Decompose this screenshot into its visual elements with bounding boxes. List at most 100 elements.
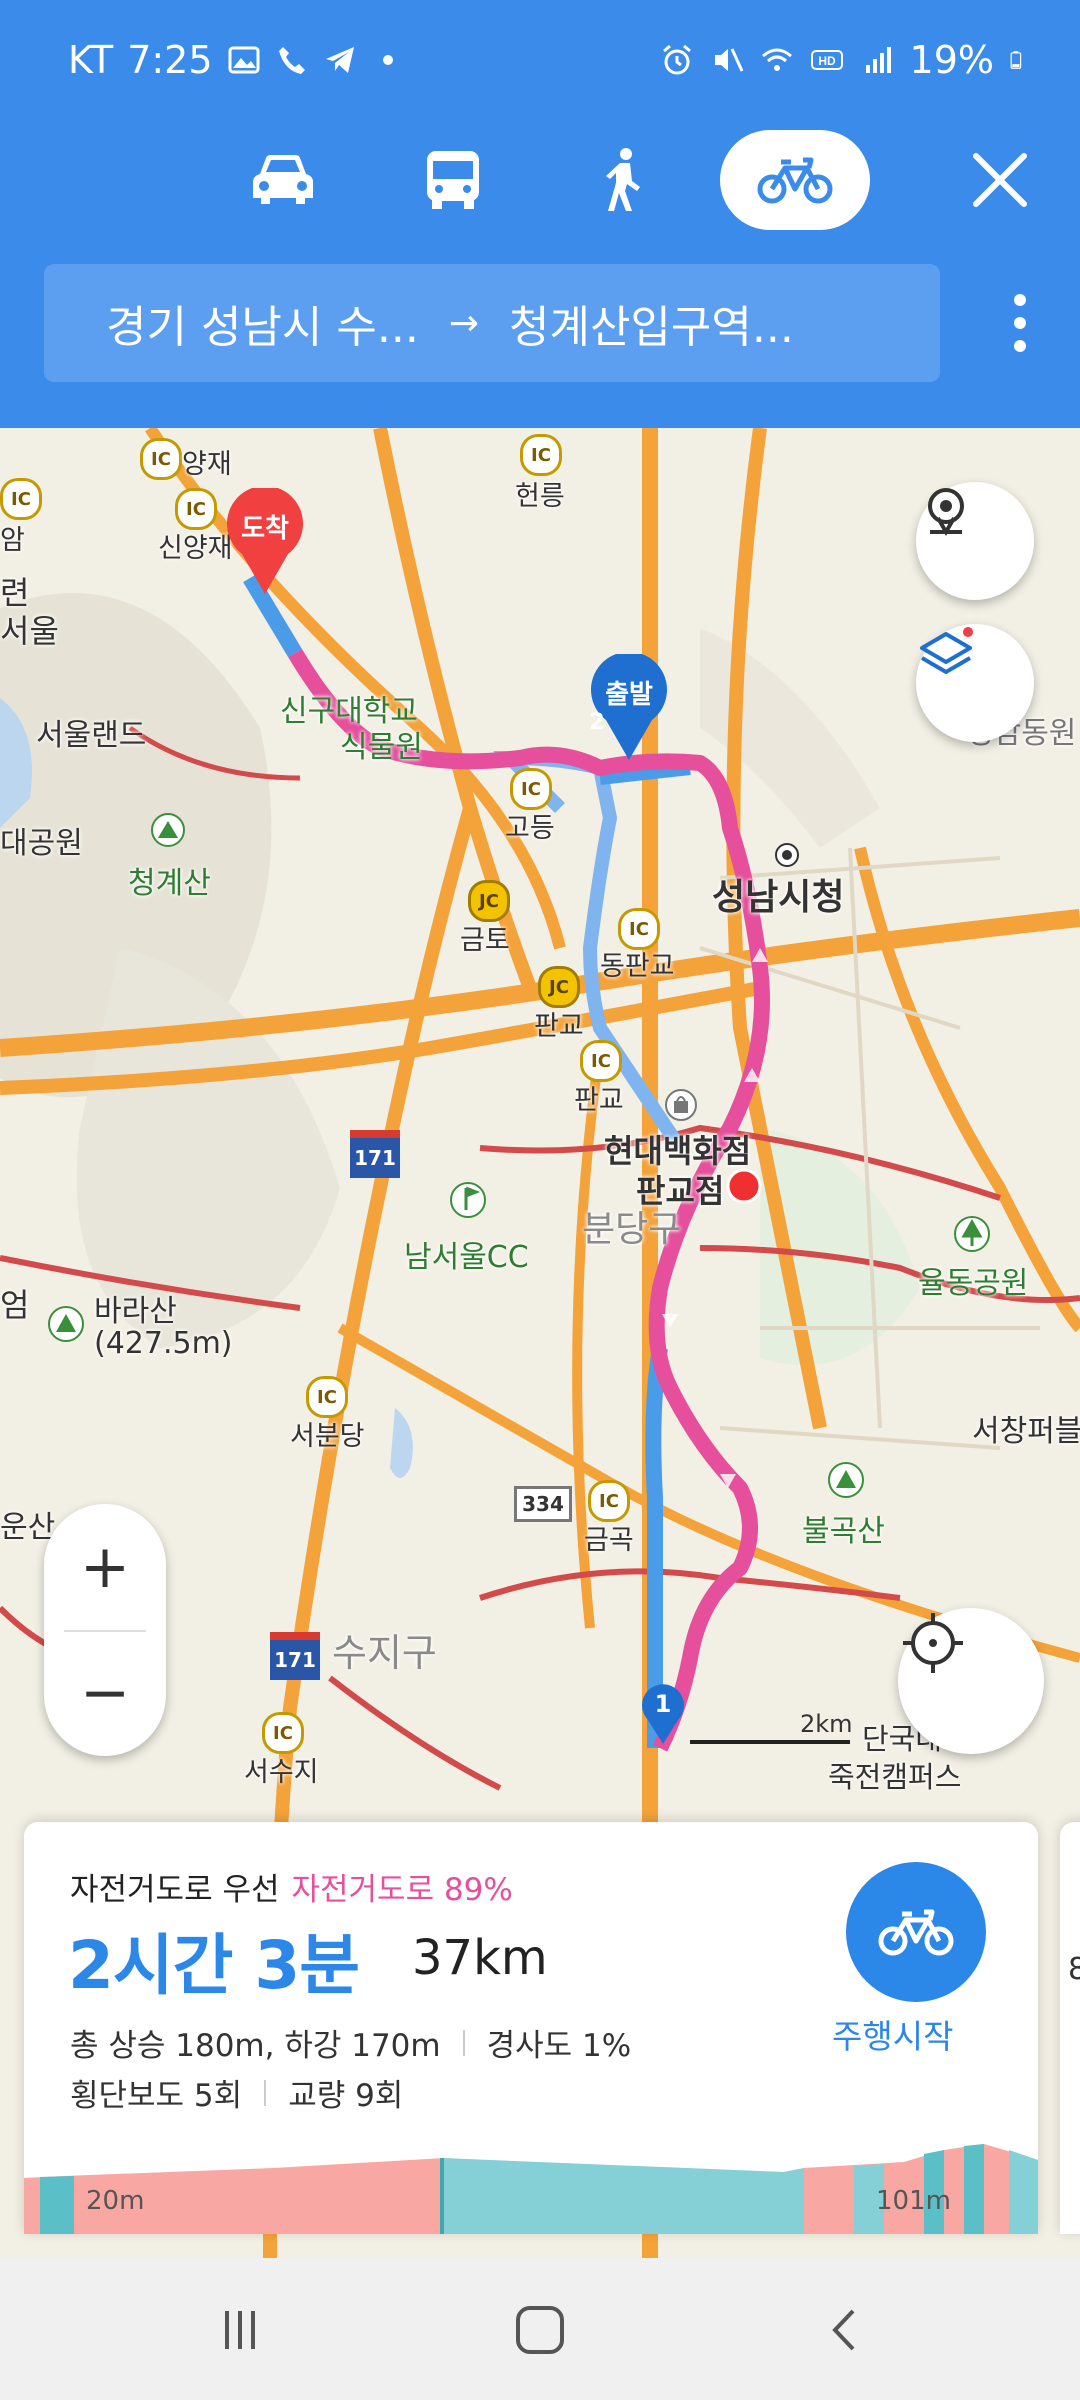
layers-button[interactable] [916, 624, 1034, 742]
golf-icon [450, 1182, 486, 1218]
map-label-seobundang: 서분당 [290, 1421, 365, 1452]
map-label-jukjeon: 죽전캠퍼스 [828, 1760, 962, 1794]
start-ride-label[interactable]: 주행시작 [832, 2010, 953, 2058]
ic-marker: IC [520, 434, 562, 476]
back-icon [832, 2309, 855, 2351]
map-label-pangyo-jc: 판교 [534, 1011, 584, 1042]
map-label-bulgoksan: 불곡산 [802, 1514, 885, 1549]
wifi-icon [761, 48, 792, 71]
map-label-left: 암 [0, 525, 25, 556]
map-label-seochang: 서창퍼블 [972, 1414, 1080, 1449]
ic-marker: IC [306, 1376, 348, 1418]
signal-icon [865, 47, 891, 73]
telegram-icon [325, 47, 354, 73]
hd-icon: HD [810, 50, 843, 70]
route-summary-box[interactable]: 경기 성남시 수... → 청계산입구역... [44, 264, 940, 382]
route-preference-label: 자전거도로 우선 [70, 1872, 280, 1908]
arrival-pin-label: 도착 [241, 514, 289, 544]
recent-apps-icon [225, 2311, 255, 2349]
map-scale-label: 2km [800, 1710, 853, 1738]
crosshair-icon [903, 1613, 963, 1673]
layers-icon [920, 627, 973, 674]
map-label-yuldong: 율동공원 [918, 1266, 1029, 1301]
mountain-icon [151, 813, 185, 847]
more-options-button[interactable] [990, 288, 1050, 358]
my-location-button[interactable] [898, 1608, 1044, 1754]
map-label-yangjae: 양재 [182, 449, 232, 480]
home-button[interactable] [500, 2298, 580, 2362]
map-label-namseoul-cc: 남서울CC [404, 1240, 529, 1275]
map-label-suji: 수지구 [332, 1631, 437, 1675]
route-334-shield: 334 [514, 1486, 572, 1522]
park-icon [954, 1216, 990, 1252]
mountain-icon [828, 1462, 864, 1498]
start-ride-button[interactable] [846, 1862, 986, 2002]
ic-label: IC [521, 778, 541, 800]
map-label-geumto: 금토 [460, 925, 510, 956]
tab-bus[interactable] [378, 130, 528, 230]
tab-walk[interactable] [548, 130, 698, 230]
dot-icon [382, 55, 393, 65]
bus-icon [427, 151, 479, 209]
image-icon [228, 46, 260, 74]
back-button[interactable] [806, 2298, 886, 2362]
ic-label: IC [591, 1050, 611, 1072]
route-summary-card[interactable]: 자전거도로 우선 자전거도로 89% 2시간 3분 37km 총 상승 180m,… [24, 1822, 1038, 2234]
close-icon [973, 153, 1027, 207]
map-label-left: 엄 [0, 1286, 30, 1324]
elevation-profile: 20m 101m [24, 2132, 1038, 2234]
map-label-dongpangyo: 동판교 [600, 951, 675, 982]
street-view-icon [928, 488, 964, 537]
tab-bicycle[interactable] [720, 130, 870, 230]
bicycle-icon [757, 157, 833, 204]
map-label-godeung: 고등 [505, 813, 555, 844]
map-label-singu-2: 식물원 [340, 730, 423, 765]
map-label-cheonggyesan: 청계산 [128, 866, 211, 901]
ic-label: IC [599, 1490, 619, 1512]
map-label-hyeonreung: 헌릉 [515, 481, 565, 512]
next-card-text: 8 [1068, 1952, 1080, 1987]
next-route-card-peek[interactable]: 8 [1060, 1822, 1080, 2234]
system-nav-bar [0, 2258, 1080, 2400]
route-destination[interactable]: 청계산입구역... [509, 291, 794, 355]
ic-marker: IC [0, 478, 42, 520]
elevation-info: 총 상승 180m, 하강 170m [70, 2028, 441, 2064]
route-334-label: 334 [522, 1492, 564, 1516]
waypoint-1-label: 1 [654, 1690, 672, 1718]
shopping-icon [665, 1089, 697, 1121]
ic-label: IC [629, 918, 649, 940]
ic-label: IC [11, 488, 31, 510]
jc-marker: JC [468, 880, 510, 922]
transport-mode-tabs [0, 130, 1080, 230]
ic-marker: IC [580, 1040, 622, 1082]
tab-car[interactable] [208, 130, 358, 230]
zoom-out-icon: − [79, 1658, 131, 1728]
zoom-out-button[interactable]: − [44, 1632, 166, 1754]
local-road [328, 1675, 502, 1791]
route-preference: 자전거도로 우선 자전거도로 89% [70, 1864, 513, 1909]
street-view-button[interactable] [916, 482, 1034, 600]
zoom-in-icon: + [79, 1532, 131, 1602]
highway-171-shield: 171 [270, 1632, 320, 1680]
water [390, 1408, 413, 1478]
zoom-control: + − [44, 1504, 166, 1756]
recent-apps-button[interactable] [200, 2298, 280, 2362]
crosswalk-info: 횡단보도 5회 [70, 2078, 243, 2114]
home-icon [516, 2306, 564, 2354]
close-button[interactable] [960, 140, 1040, 220]
zoom-in-button[interactable]: + [44, 1506, 166, 1628]
battery-icon [1010, 51, 1022, 69]
separator [462, 2029, 465, 2056]
car-icon [253, 155, 313, 204]
route-origin[interactable]: 경기 성남시 수... [106, 291, 419, 355]
battery-percent: 19% [909, 38, 994, 82]
city-hall-icon [775, 843, 799, 867]
highway-171-label: 171 [274, 1648, 316, 1672]
more-dot-icon [1014, 294, 1026, 306]
elevation-max-label: 101m [876, 2186, 951, 2216]
map-label-bundang: 분당구 [582, 1209, 682, 1250]
ic-label: IC [273, 1722, 293, 1744]
map-label-baraksan: 바라산 [94, 1294, 177, 1329]
ic-marker: IC [175, 488, 217, 530]
status-bar: KT 7:25 HD 19% [0, 0, 1080, 120]
